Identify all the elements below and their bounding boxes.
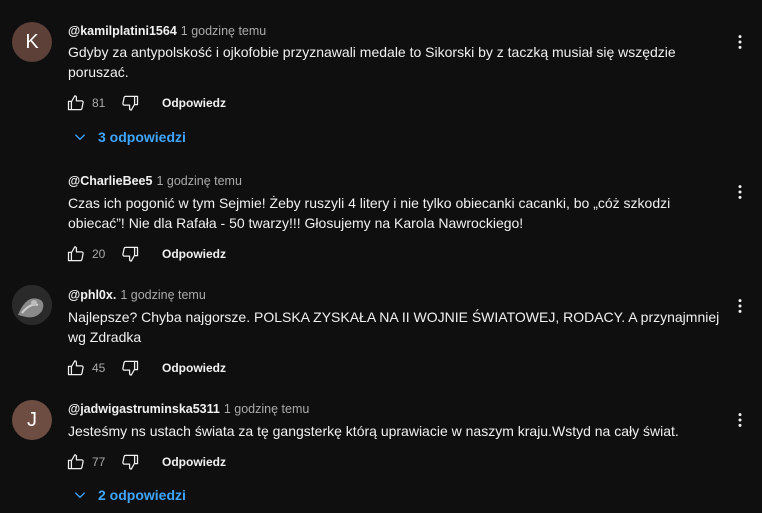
more-vert-icon: [730, 296, 750, 316]
comment-time[interactable]: 1 godzinę temu: [224, 402, 309, 416]
comment-author[interactable]: @phl0x.: [68, 288, 116, 302]
more-vert-icon: [730, 32, 750, 52]
dislike-button[interactable]: [118, 356, 142, 380]
more-button[interactable]: [728, 294, 752, 318]
comment-author[interactable]: @kamilplatini1564: [68, 24, 177, 38]
replies-label: 3 odpowiedzi: [98, 129, 186, 145]
avatar-letter: J: [27, 408, 37, 431]
dislike-button[interactable]: [118, 450, 142, 474]
thumb-up-icon: [66, 244, 86, 264]
comment-header: @kamilplatini1564 1 godzinę temu: [68, 23, 266, 39]
more-button[interactable]: [728, 30, 752, 54]
comment-text: Najlepsze? Chyba najgorsze. POLSKA ZYSKA…: [68, 309, 720, 345]
comment-text: Gdyby za antypolskość i ojkofobie przyzn…: [68, 44, 676, 80]
like-count: 45: [92, 361, 106, 375]
more-button[interactable]: [728, 408, 752, 432]
reply-button[interactable]: Odpowiedz: [162, 247, 226, 261]
more-vert-icon: [730, 410, 750, 430]
avatar[interactable]: [12, 285, 52, 325]
comment-time[interactable]: 1 godzinę temu: [156, 174, 241, 188]
chevron-down-icon: [72, 487, 88, 503]
thumb-down-icon: [120, 452, 140, 472]
dislike-button[interactable]: [118, 91, 142, 115]
comment-author[interactable]: @jadwigastruminska5311: [68, 402, 220, 416]
comment-actions: 45 Odpowiedz: [64, 356, 226, 380]
comment-header: @CharlieBee5 1 godzinę temu: [68, 173, 242, 189]
replies-label: 2 odpowiedzi: [98, 487, 186, 503]
reply-button[interactable]: Odpowiedz: [162, 361, 226, 375]
like-button[interactable]: [64, 242, 88, 266]
thumb-down-icon: [120, 93, 140, 113]
comment-actions: 77 Odpowiedz: [64, 450, 226, 474]
comment-actions: 81 Odpowiedz: [64, 91, 226, 115]
thumb-down-icon: [120, 358, 140, 378]
profile-picture: [12, 285, 52, 325]
reply-button[interactable]: Odpowiedz: [162, 96, 226, 110]
avatar[interactable]: K: [12, 22, 52, 62]
comment-author[interactable]: @CharlieBee5: [68, 174, 152, 188]
comment-actions: 20 Odpowiedz: [64, 242, 226, 266]
comment-header: @phl0x. 1 godzinę temu: [68, 287, 206, 303]
like-button[interactable]: [64, 450, 88, 474]
more-vert-icon: [730, 182, 750, 202]
more-button[interactable]: [728, 180, 752, 204]
dislike-button[interactable]: [118, 242, 142, 266]
avatar[interactable]: J: [12, 400, 52, 440]
like-count: 81: [92, 96, 106, 110]
comment-text: Jesteśmy ns ustach świata za tę gangster…: [68, 423, 679, 439]
like-button[interactable]: [64, 91, 88, 115]
avatar-letter: K: [25, 30, 39, 53]
view-replies-button[interactable]: 2 odpowiedzi: [72, 485, 186, 505]
like-count: 77: [92, 455, 106, 469]
like-button[interactable]: [64, 356, 88, 380]
like-count: 20: [92, 247, 106, 261]
comment-header: @jadwigastruminska5311 1 godzinę temu: [68, 401, 309, 417]
thumb-up-icon: [66, 93, 86, 113]
thumb-up-icon: [66, 452, 86, 472]
thumb-down-icon: [120, 244, 140, 264]
chevron-down-icon: [72, 129, 88, 145]
thumb-up-icon: [66, 358, 86, 378]
view-replies-button[interactable]: 3 odpowiedzi: [72, 127, 186, 147]
comment-text: Czas ich pogonić w tym Sejmie! Żeby rusz…: [68, 195, 671, 231]
comment-time[interactable]: 1 godzinę temu: [181, 24, 266, 38]
reply-button[interactable]: Odpowiedz: [162, 455, 226, 469]
comment-time[interactable]: 1 godzinę temu: [120, 288, 205, 302]
